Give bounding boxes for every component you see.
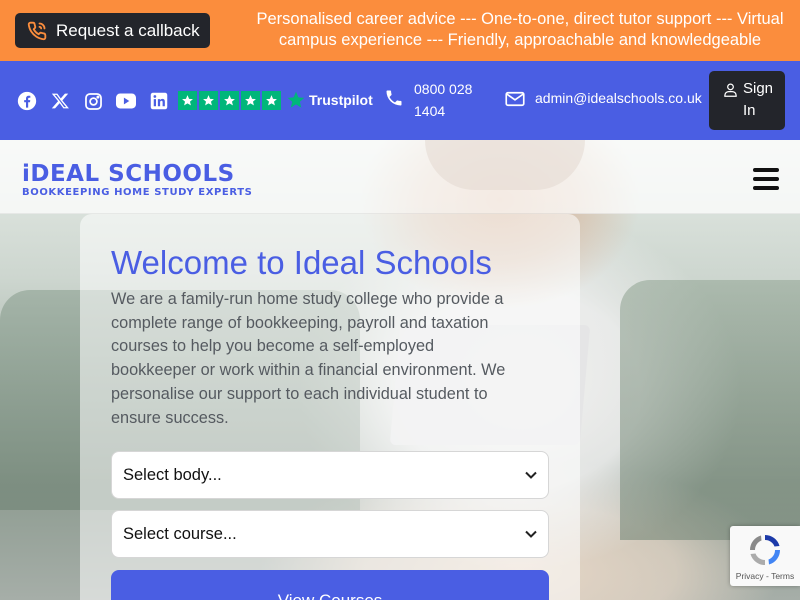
select-body-value: Select body... xyxy=(123,465,222,484)
phone-icon xyxy=(384,88,404,113)
request-callback-button[interactable]: Request a callback xyxy=(15,13,210,48)
chevron-down-icon xyxy=(525,530,537,538)
trustpilot-star-icon xyxy=(220,90,239,110)
x-icon[interactable] xyxy=(50,91,70,111)
user-icon xyxy=(723,82,738,105)
recaptcha-privacy-terms[interactable]: Privacy - Terms xyxy=(730,571,800,581)
youtube-icon[interactable] xyxy=(116,91,136,111)
instagram-icon[interactable] xyxy=(83,91,103,111)
envelope-icon xyxy=(505,91,525,112)
select-course-dropdown[interactable]: Select course... xyxy=(111,510,549,558)
trustpilot-star-icon xyxy=(262,90,281,110)
select-course-value: Select course... xyxy=(123,524,237,543)
trustpilot-logo-star-icon xyxy=(286,90,306,110)
linkedin-icon[interactable] xyxy=(149,91,169,111)
phone-callback-icon xyxy=(27,21,47,41)
trustpilot-star-icon xyxy=(241,90,260,110)
view-courses-button[interactable]: View Courses xyxy=(111,570,549,600)
select-body-dropdown[interactable]: Select body... xyxy=(111,451,549,499)
hero-title: Welcome to Ideal Schools xyxy=(111,244,492,281)
sign-in-button[interactable]: Sign In xyxy=(709,71,785,130)
chevron-down-icon xyxy=(525,471,537,479)
trustpilot-star-icon xyxy=(178,90,197,110)
social-links xyxy=(17,91,169,111)
recaptcha-logo-icon xyxy=(747,532,783,568)
hero-intro-text: We are a family-run home study college w… xyxy=(111,290,506,427)
site-logo[interactable]: iDEAL SCHOOLS BOOKKEEPING HOME STUDY EXP… xyxy=(22,162,252,198)
facebook-icon[interactable] xyxy=(17,91,37,111)
contact-bar: Trustpilot 0800 028 1404 admin@idealscho… xyxy=(0,61,800,140)
site-header: iDEAL SCHOOLS BOOKKEEPING HOME STUDY EXP… xyxy=(0,140,800,214)
promo-tagline: Personalised career advice --- One-to-on… xyxy=(256,10,784,49)
logo-subtitle: BOOKKEEPING HOME STUDY EXPERTS xyxy=(22,187,253,198)
top-promo-bar: Request a callback Personalised career a… xyxy=(0,0,800,61)
menu-hamburger-icon[interactable] xyxy=(753,168,779,192)
request-callback-label: Request a callback xyxy=(56,20,200,40)
logo-title: iDEAL SCHOOLS xyxy=(22,161,235,187)
trustpilot-rating[interactable]: Trustpilot xyxy=(178,90,373,110)
phone-number-link[interactable]: 0800 028 1404 xyxy=(414,78,494,122)
trustpilot-star-icon xyxy=(199,90,218,110)
recaptcha-badge[interactable]: Privacy - Terms xyxy=(730,526,800,586)
email-link[interactable]: admin@idealschools.co.uk xyxy=(535,90,702,106)
trustpilot-label: Trustpilot xyxy=(309,92,373,108)
